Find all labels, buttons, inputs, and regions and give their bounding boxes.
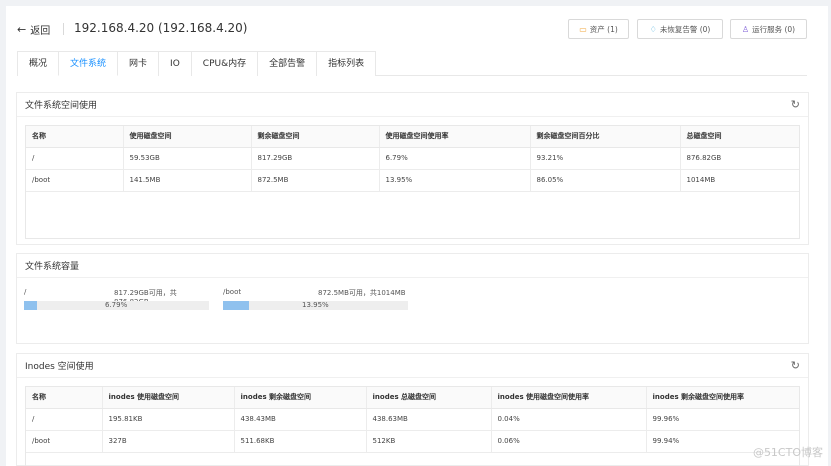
table-header-row: 名称 inodes 使用磁盘空间 inodes 剩余磁盘空间 inodes 总磁…	[26, 387, 799, 409]
capacity-item: /boot 872.5MB可用，共1014MB 13.95%	[223, 288, 408, 310]
inodes-panel: Inodes 空间使用 ↻ 名称 inodes 使用磁盘空间 inodes 剩余…	[16, 353, 809, 466]
panel-header: 文件系统空间使用 ↻	[17, 93, 808, 117]
table-cell: 86.05%	[530, 169, 681, 192]
table-cell: /	[26, 147, 124, 170]
refresh-icon[interactable]: ↻	[791, 98, 800, 111]
refresh-icon[interactable]: ↻	[791, 359, 800, 372]
table-cell: 59.53GB	[123, 147, 252, 170]
table-cell: 0.04%	[491, 408, 647, 431]
column-header[interactable]: 名称	[26, 126, 124, 148]
table-cell: 872.5MB	[251, 169, 380, 192]
table-cell: 93.21%	[530, 147, 681, 170]
page-header: ← 返回 192.168.4.20 (192.168.4.20) ▭ 资产 (1…	[6, 16, 828, 42]
assets-button[interactable]: ▭ 资产 (1)	[568, 19, 629, 39]
tab-all-alarms[interactable]: 全部告警	[257, 51, 318, 76]
table-cell: 141.5MB	[123, 169, 252, 192]
column-header[interactable]: 名称	[26, 387, 103, 409]
fs-usage-table: 名称 使用磁盘空间 剩余磁盘空间 使用磁盘空间使用率 剩余磁盘空间百分比 总磁盘…	[25, 125, 800, 239]
tab-bar: 概况 文件系统 网卡 IO CPU&内存 全部告警 指标列表	[17, 51, 807, 76]
table-row: / 195.81KB 438.43MB 438.63MB 0.04% 99.96…	[26, 408, 799, 431]
table-cell: 13.95%	[379, 169, 531, 192]
assets-label: 资产 (1)	[589, 24, 618, 34]
table-cell: 512KB	[366, 430, 492, 453]
capacity-info: 872.5MB可用，共1014MB	[318, 289, 406, 297]
column-header[interactable]: inodes 总磁盘空间	[366, 387, 492, 409]
progress-fill	[223, 301, 249, 310]
bell-icon: ♢	[649, 24, 657, 34]
table-cell: 195.81KB	[102, 408, 235, 431]
panel-title: Inodes 空间使用	[25, 362, 94, 372]
table-cell: 0.06%	[491, 430, 647, 453]
column-header[interactable]: inodes 剩余磁盘空间使用率	[646, 387, 799, 409]
table-cell: 438.63MB	[366, 408, 492, 431]
mount-name: /	[24, 288, 27, 296]
watermark: @51CTO博客	[752, 446, 823, 459]
capacity-percent: 13.95%	[302, 301, 329, 309]
table-cell: 6.79%	[379, 147, 531, 170]
services-label: 运行服务 (0)	[752, 24, 796, 34]
arrow-left-icon: ←	[17, 23, 27, 36]
progress-fill	[24, 301, 37, 310]
unresolved-alarms-button[interactable]: ♢ 未恢复告警 (0)	[637, 19, 723, 39]
inodes-table: 名称 inodes 使用磁盘空间 inodes 剩余磁盘空间 inodes 总磁…	[25, 386, 800, 466]
folder-icon: ▭	[579, 24, 587, 34]
alarm-label: 未恢复告警 (0)	[659, 24, 711, 34]
panel-title: 文件系统空间使用	[25, 101, 98, 111]
column-header[interactable]: 使用磁盘空间使用率	[379, 126, 531, 148]
user-icon: ♙	[741, 24, 750, 34]
table-cell: 817.29GB	[251, 147, 380, 170]
tab-metrics-list[interactable]: 指标列表	[316, 51, 377, 76]
column-header[interactable]: 总磁盘空间	[680, 126, 799, 148]
table-cell: 438.43MB	[234, 408, 367, 431]
table-header-row: 名称 使用磁盘空间 剩余磁盘空间 使用磁盘空间使用率 剩余磁盘空间百分比 总磁盘…	[26, 126, 799, 148]
column-header[interactable]: 剩余磁盘空间百分比	[530, 126, 681, 148]
page-title: 192.168.4.20 (192.168.4.20)	[74, 21, 248, 35]
fs-usage-panel: 文件系统空间使用 ↻ 名称 使用磁盘空间 剩余磁盘空间 使用磁盘空间使用率 剩余…	[16, 92, 809, 245]
table-cell: /boot	[26, 430, 103, 453]
column-header[interactable]: 剩余磁盘空间	[251, 126, 380, 148]
column-header[interactable]: 使用磁盘空间	[123, 126, 252, 148]
capacity-percent: 6.79%	[105, 301, 128, 309]
column-header[interactable]: inodes 使用磁盘空间使用率	[491, 387, 647, 409]
panel-header: Inodes 空间使用 ↻	[17, 354, 808, 378]
tab-filesystem[interactable]: 文件系统	[58, 51, 119, 76]
tab-io[interactable]: IO	[158, 51, 192, 76]
back-button[interactable]: ← 返回	[17, 22, 50, 37]
page: ← 返回 192.168.4.20 (192.168.4.20) ▭ 资产 (1…	[6, 6, 828, 466]
divider	[63, 23, 64, 35]
table-cell: /	[26, 408, 103, 431]
fs-capacity-panel: 文件系统容量 / 817.29GB可用，共876.82GB 6.79% /boo…	[16, 253, 809, 344]
back-label: 返回	[30, 26, 51, 37]
column-header[interactable]: inodes 使用磁盘空间	[102, 387, 235, 409]
tab-nic[interactable]: 网卡	[117, 51, 160, 76]
capacity-progress-bar: 13.95%	[223, 301, 408, 310]
table-row: / 59.53GB 817.29GB 6.79% 93.21% 876.82GB	[26, 147, 799, 170]
table-row: /boot 327B 511.68KB 512KB 0.06% 99.94%	[26, 430, 799, 453]
table-cell: 511.68KB	[234, 430, 367, 453]
capacity-progress-bar: 6.79%	[24, 301, 209, 310]
panel-title: 文件系统容量	[25, 262, 80, 272]
tab-cpu-memory[interactable]: CPU&内存	[190, 51, 259, 76]
table-row: /boot 141.5MB 872.5MB 13.95% 86.05% 1014…	[26, 169, 799, 192]
table-cell: 876.82GB	[680, 147, 799, 170]
tab-overview[interactable]: 概况	[17, 51, 60, 76]
table-cell: 99.96%	[646, 408, 799, 431]
table-cell: 327B	[102, 430, 235, 453]
table-cell: /boot	[26, 169, 124, 192]
table-cell: 1014MB	[680, 169, 799, 192]
panel-header: 文件系统容量	[17, 254, 808, 278]
capacity-item: / 817.29GB可用，共876.82GB 6.79%	[24, 288, 209, 310]
mount-name: /boot	[223, 288, 242, 296]
running-services-button[interactable]: ♙ 运行服务 (0)	[730, 19, 807, 39]
column-header[interactable]: inodes 剩余磁盘空间	[234, 387, 367, 409]
